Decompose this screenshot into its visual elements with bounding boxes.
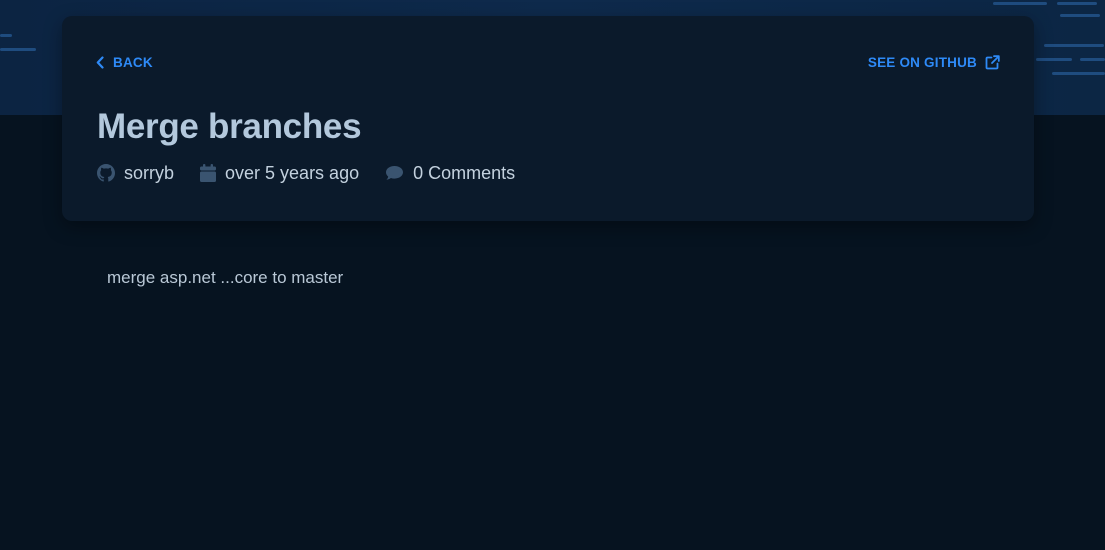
post-body: merge asp.net ...core to master [107,268,344,287]
decorative-streak [1057,2,1097,5]
decorative-streak [1052,72,1105,75]
decorative-streak [0,34,12,37]
back-link[interactable]: BACK [96,53,153,71]
comments-count: 0 Comments [413,162,516,183]
comment-icon [385,165,404,181]
post-date: over 5 years ago [225,162,360,183]
post-meta: sorryb over 5 years ago 0 Comments [97,161,541,185]
author-meta: sorryb [97,163,174,184]
chevron-left-icon [96,55,104,69]
github-icon [97,164,115,182]
author-name: sorryb [124,162,175,183]
calendar-icon [200,164,217,182]
see-on-github-label: SEE ON GITHUB [867,54,977,70]
see-on-github-link[interactable]: SEE ON GITHUB [868,53,1000,71]
decorative-streak [1036,58,1072,61]
decorative-streak [0,48,36,51]
decorative-streak [1060,14,1100,17]
comments-meta: 0 Comments [385,163,515,184]
post-header-card: BACK SEE ON GITHUB Merge branches sorryb [62,16,1034,221]
decorative-streak [993,2,1047,5]
post-title: Merge branches [97,107,362,146]
decorative-streak [1044,44,1104,47]
decorative-streak [1080,58,1105,61]
date-meta: over 5 years ago [200,163,359,184]
external-link-icon [985,54,1000,70]
back-link-label: BACK [113,54,153,70]
